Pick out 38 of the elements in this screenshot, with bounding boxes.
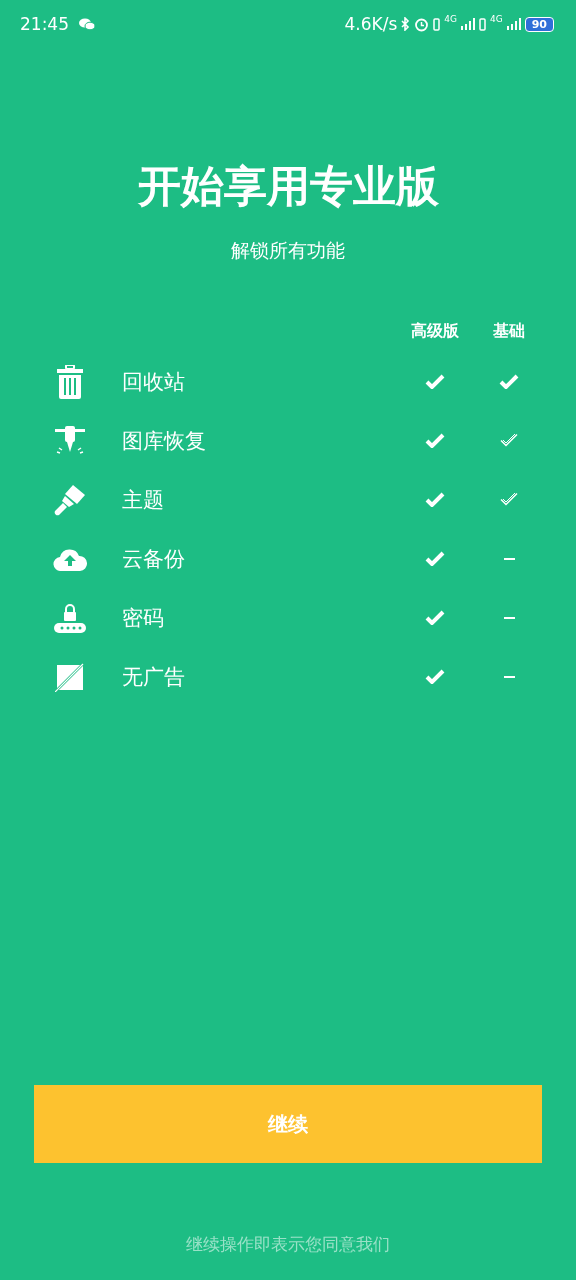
jackhammer-icon bbox=[53, 425, 87, 456]
chat-icon bbox=[79, 18, 95, 30]
network-label: 4G bbox=[444, 14, 457, 24]
trash-icon bbox=[57, 364, 83, 399]
column-header: 基础 bbox=[492, 320, 526, 342]
feature-label: 回收站 bbox=[122, 368, 186, 396]
check-outline-icon bbox=[499, 492, 519, 507]
dash-icon bbox=[503, 675, 515, 678]
check-icon bbox=[499, 374, 519, 389]
alarm-icon bbox=[414, 16, 430, 32]
terms-notice: 继续操作即表示您同意我们 bbox=[185, 1233, 391, 1256]
check-icon bbox=[425, 551, 445, 566]
battery-level: 90 bbox=[524, 16, 554, 32]
check-icon bbox=[425, 610, 445, 625]
feature-label: 云备份 bbox=[122, 545, 186, 573]
status-time: 21:45 bbox=[20, 14, 69, 34]
feature-label: 主题 bbox=[122, 486, 165, 514]
signal-icon bbox=[461, 18, 475, 30]
check-icon bbox=[425, 492, 445, 507]
page-subtitle: 解锁所有功能 bbox=[230, 238, 346, 263]
network-speed: 4.6K/s bbox=[344, 14, 398, 34]
paintbrush-icon bbox=[53, 482, 87, 517]
check-icon bbox=[425, 433, 445, 448]
bluetooth-icon bbox=[401, 17, 411, 31]
lock-keypad-icon bbox=[53, 602, 87, 633]
page-title: 开始享用专业版 bbox=[136, 160, 440, 213]
column-header: 高级版 bbox=[410, 320, 460, 342]
check-outline-icon bbox=[499, 433, 519, 448]
feature-label: 密码 bbox=[122, 604, 165, 632]
check-icon bbox=[425, 669, 445, 684]
feature-label: 图库恢复 bbox=[122, 427, 207, 455]
network-label: 4G bbox=[490, 14, 503, 24]
check-icon bbox=[425, 374, 445, 389]
continue-button[interactable]: 继续 bbox=[34, 1085, 542, 1163]
dash-icon bbox=[503, 616, 515, 619]
feature-label: 无广告 bbox=[122, 663, 186, 691]
signal-icon bbox=[506, 18, 521, 30]
dash-icon bbox=[503, 557, 515, 560]
